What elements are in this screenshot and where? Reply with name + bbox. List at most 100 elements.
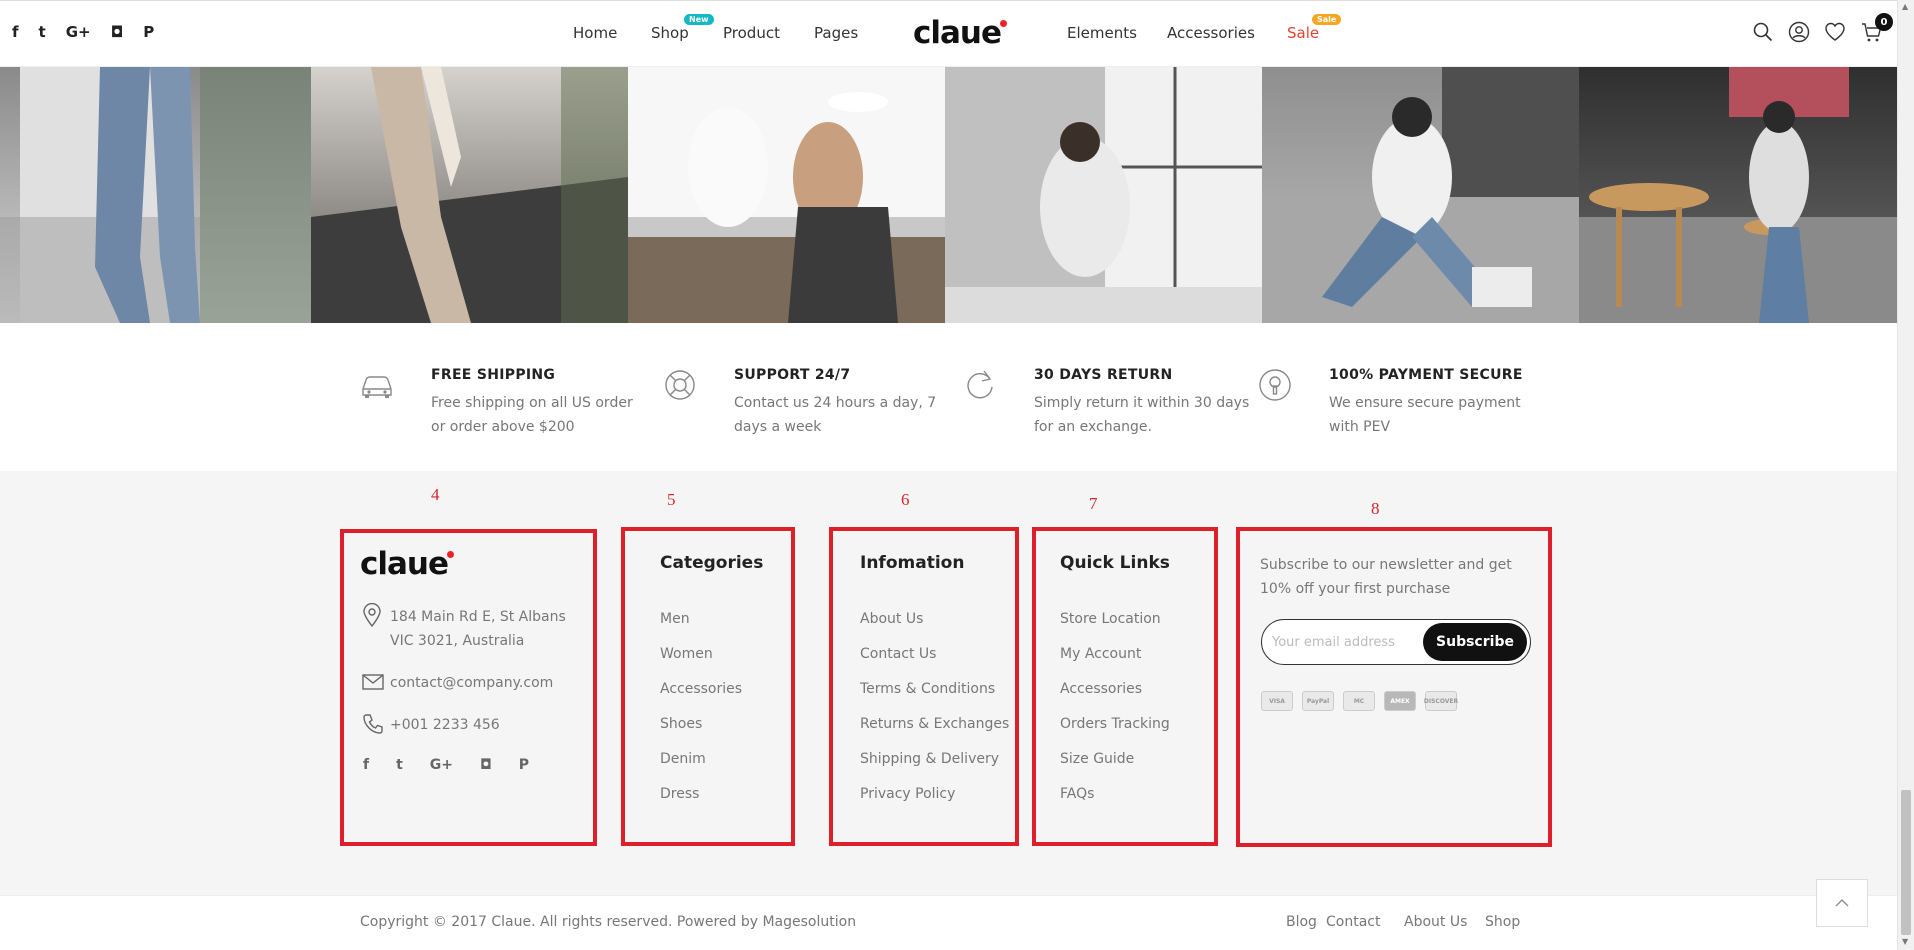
- feature-text: Free shipping on all US order or order a…: [431, 395, 633, 435]
- gallery-image[interactable]: [0, 67, 311, 323]
- pinterest-icon[interactable]: P: [519, 757, 529, 773]
- feature-title: 100% PAYMENT SECURE: [1329, 367, 1523, 383]
- quick-link[interactable]: FAQs: [1060, 784, 1170, 819]
- phone-number[interactable]: +001 2233 456: [390, 713, 500, 737]
- quick-link[interactable]: Size Guide: [1060, 749, 1170, 784]
- annotation-number: 8: [1371, 499, 1380, 518]
- bottom-link-blog[interactable]: Blog: [1286, 914, 1317, 930]
- bottom-link-about[interactable]: About Us: [1404, 914, 1467, 930]
- mastercard-icon: MC: [1343, 691, 1375, 711]
- address-line: VIC 3021, Australia: [390, 633, 525, 649]
- newsletter-form: Subscribe: [1261, 619, 1531, 665]
- page: f t G+ ◘ P Home Shop New Product Pages E…: [0, 0, 1914, 950]
- location-icon: [362, 602, 382, 631]
- pinterest-icon[interactable]: P: [143, 23, 154, 41]
- newsletter-text: Subscribe to our newsletter and get 10% …: [1260, 557, 1512, 597]
- annotation-number: 4: [431, 485, 440, 504]
- user-icon[interactable]: [1788, 21, 1810, 43]
- twitter-icon[interactable]: t: [396, 757, 403, 773]
- feature-text: Simply return it within 30 days for an e…: [1034, 395, 1250, 435]
- lifebuoy-icon: [662, 367, 698, 403]
- bottom-link-shop[interactable]: Shop: [1485, 914, 1520, 930]
- information-link[interactable]: Contact Us: [860, 644, 1009, 679]
- information-link[interactable]: Privacy Policy: [860, 784, 1009, 819]
- nav-sale[interactable]: Sale: [1287, 24, 1319, 42]
- vertical-scrollbar[interactable]: ▲ ▼: [1897, 0, 1914, 950]
- information-link[interactable]: About Us: [860, 609, 1009, 644]
- feature-title: FREE SHIPPING: [431, 367, 556, 383]
- instagram-icon[interactable]: ◘: [111, 23, 124, 41]
- quick-link[interactable]: Orders Tracking: [1060, 714, 1170, 749]
- gallery-image[interactable]: [1262, 67, 1579, 323]
- gallery-image[interactable]: [311, 67, 628, 323]
- information-title: Infomation: [860, 553, 965, 573]
- paypal-icon: PayPal: [1302, 691, 1334, 711]
- instagram-gallery: [0, 67, 1897, 323]
- subscribe-button[interactable]: Subscribe: [1423, 623, 1527, 661]
- nav-elements[interactable]: Elements: [1067, 24, 1137, 42]
- category-link[interactable]: Men: [660, 609, 742, 644]
- nav-shop[interactable]: Shop: [651, 24, 689, 42]
- instagram-icon[interactable]: ◘: [480, 757, 492, 773]
- information-link[interactable]: Terms & Conditions: [860, 679, 1009, 714]
- logo-dot: [1000, 20, 1008, 27]
- category-link[interactable]: Dress: [660, 784, 742, 819]
- facebook-icon[interactable]: f: [363, 757, 369, 773]
- heart-icon[interactable]: [1824, 21, 1846, 43]
- twitter-icon[interactable]: t: [39, 23, 46, 41]
- feature-title: 30 DAYS RETURN: [1034, 367, 1173, 383]
- nav-product[interactable]: Product: [723, 24, 780, 42]
- information-list: About Us Contact Us Terms & Conditions R…: [860, 609, 1009, 819]
- logo-dot: [447, 551, 455, 558]
- category-link[interactable]: Women: [660, 644, 742, 679]
- footer-social: f t G+ ◘ P: [363, 757, 529, 773]
- scrollbar-thumb[interactable]: [1901, 790, 1911, 935]
- address-line: 184 Main Rd E, St Albans: [390, 609, 566, 625]
- quick-link[interactable]: Accessories: [1060, 679, 1170, 714]
- google-plus-icon[interactable]: G+: [430, 757, 453, 773]
- facebook-icon[interactable]: f: [12, 23, 19, 41]
- visa-icon: VISA: [1261, 691, 1293, 711]
- categories-title: Categories: [660, 553, 764, 573]
- gallery-image[interactable]: [628, 67, 945, 323]
- back-to-top-button[interactable]: [1816, 879, 1868, 927]
- annotation-number: 6: [901, 490, 910, 509]
- bottom-link-contact[interactable]: Contact: [1326, 914, 1380, 930]
- discover-icon: DISCOVER: [1424, 691, 1458, 711]
- nav-pages[interactable]: Pages: [814, 24, 858, 42]
- category-link[interactable]: Denim: [660, 749, 742, 784]
- logo-text: claue: [360, 546, 449, 582]
- car-icon: [359, 367, 395, 403]
- gallery-image[interactable]: [945, 67, 1262, 323]
- payment-methods: VISA PayPal MC AMEX DISCOVER: [1261, 691, 1458, 711]
- site-header: f t G+ ◘ P Home Shop New Product Pages E…: [0, 0, 1897, 67]
- quick-links-title: Quick Links: [1060, 553, 1170, 573]
- search-icon[interactable]: [1752, 21, 1774, 43]
- footer-logo[interactable]: claue: [360, 546, 455, 582]
- logo-text: claue: [913, 15, 1002, 51]
- nav-accessories[interactable]: Accessories: [1167, 24, 1255, 42]
- phone-icon: [362, 713, 384, 739]
- sale-badge: Sale: [1312, 14, 1342, 25]
- quick-link[interactable]: My Account: [1060, 644, 1170, 679]
- chevron-up-icon: [1835, 899, 1849, 907]
- quick-links-list: Store Location My Account Accessories Or…: [1060, 609, 1170, 819]
- category-link[interactable]: Shoes: [660, 714, 742, 749]
- gallery-image[interactable]: [1579, 67, 1897, 323]
- google-plus-icon[interactable]: G+: [66, 23, 91, 41]
- nav-home[interactable]: Home: [573, 24, 617, 42]
- scroll-down-arrow-icon[interactable]: ▼: [1902, 937, 1908, 946]
- site-logo[interactable]: claue: [913, 15, 1008, 51]
- newsletter-email-input[interactable]: [1272, 631, 1422, 653]
- information-link[interactable]: Returns & Exchanges: [860, 714, 1009, 749]
- site-footer: 4 5 6 7 8 claue 184 Main Rd E, St Albans…: [0, 471, 1897, 895]
- information-link[interactable]: Shipping & Delivery: [860, 749, 1009, 784]
- email-link[interactable]: contact@company.com: [390, 671, 553, 695]
- scroll-up-arrow-icon[interactable]: ▲: [1902, 2, 1908, 11]
- quick-link[interactable]: Store Location: [1060, 609, 1170, 644]
- cart-count-badge: 0: [1875, 13, 1893, 31]
- category-link[interactable]: Accessories: [660, 679, 742, 714]
- lock-icon: [1257, 367, 1293, 403]
- annotation-number: 7: [1089, 494, 1098, 513]
- mail-icon: [362, 674, 384, 694]
